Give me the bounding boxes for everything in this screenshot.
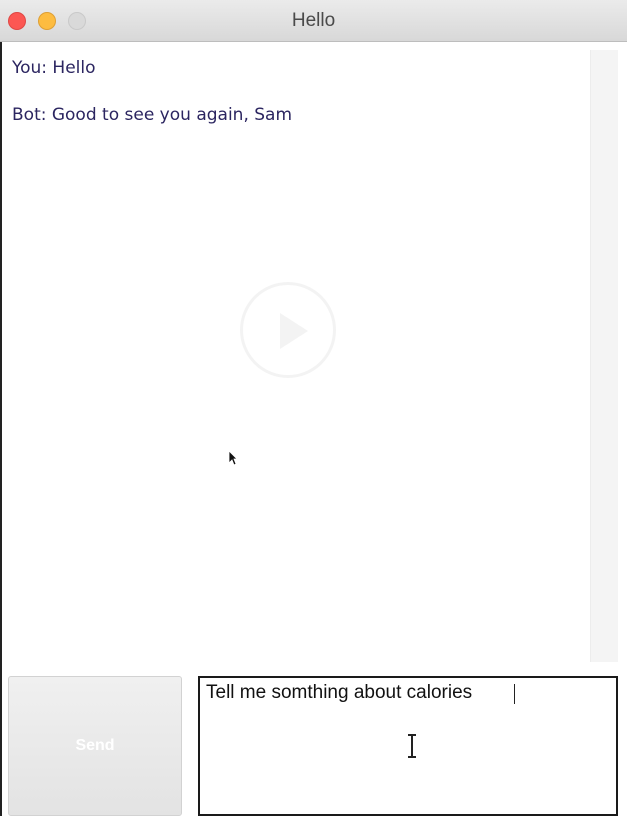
- play-icon: [240, 282, 336, 378]
- chat-message: Bot: Good to see you again, Sam: [12, 105, 293, 125]
- text-caret: [514, 684, 515, 704]
- window-right-strip: [619, 42, 627, 662]
- app-window: Hello You: Hello Bot: Good to see you ag…: [0, 0, 627, 816]
- title-bar[interactable]: Hello: [0, 0, 627, 42]
- ibeam-cursor-icon: [408, 734, 416, 758]
- composer-panel: Send: [2, 662, 627, 816]
- send-button[interactable]: Send: [8, 676, 182, 816]
- chat-message: You: Hello: [12, 58, 96, 78]
- chat-scrollbar[interactable]: [590, 50, 618, 662]
- window-title: Hello: [291, 10, 336, 31]
- arrow-cursor-icon: [228, 450, 238, 466]
